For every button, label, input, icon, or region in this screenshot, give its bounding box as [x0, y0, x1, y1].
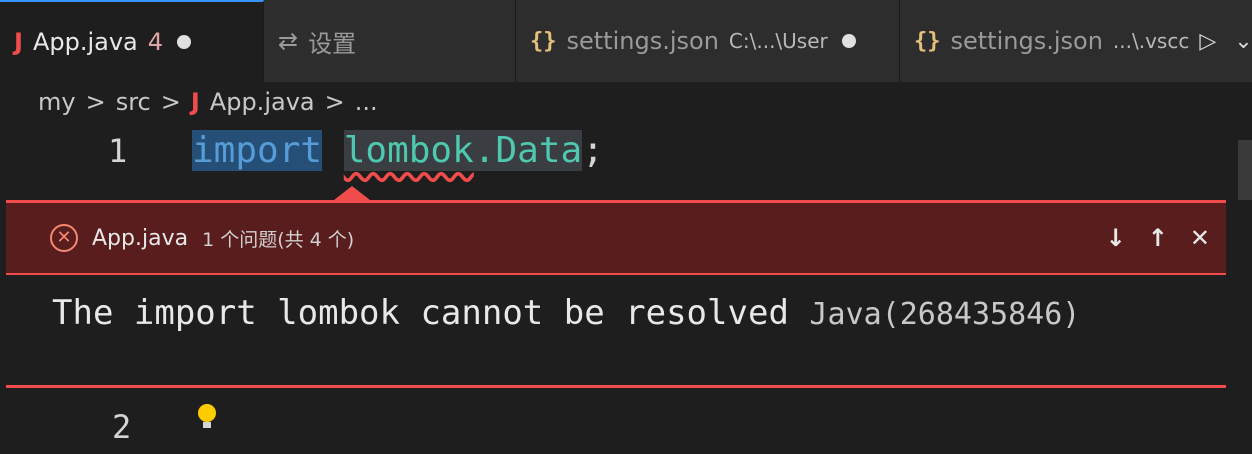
scrollbar[interactable]	[1238, 140, 1252, 200]
breadcrumb-item-file[interactable]: App.java	[210, 88, 315, 116]
settings-icon: ⇄	[278, 27, 299, 55]
tab-label: App.java	[32, 28, 138, 56]
lightbulb-icon[interactable]	[198, 404, 216, 428]
breadcrumb-item-src[interactable]: src	[116, 88, 151, 116]
json-file-icon: {}	[530, 28, 557, 54]
breadcrumb-separator: >	[160, 88, 181, 116]
java-file-icon: J	[190, 88, 200, 116]
tab-settings-json-workspace[interactable]: {} settings.json ...\.vscc ▷ ⌄	[900, 0, 1252, 82]
tab-app-java[interactable]: J App.java 4	[0, 0, 264, 82]
java-file-icon: J	[14, 28, 23, 56]
problem-text: The import lombok cannot be resolved	[52, 293, 789, 333]
line-number: 2	[112, 408, 132, 446]
breadcrumb-item-more[interactable]: ...	[355, 88, 378, 116]
keyword-import: import	[192, 130, 323, 171]
code-text[interactable]: import lombok.Data;	[192, 130, 604, 171]
dot-separator: .	[473, 130, 496, 171]
breadcrumb-separator: >	[85, 88, 106, 116]
tab-settings[interactable]: ⇄ 设置	[264, 0, 516, 82]
peek-pointer	[334, 186, 370, 200]
tab-description: ...\.vscc	[1112, 29, 1190, 53]
tab-label: settings.json	[566, 27, 719, 55]
unsaved-dot-icon[interactable]	[177, 35, 192, 49]
tab-settings-json-user[interactable]: {} settings.json C:\...\User	[516, 0, 900, 82]
code-line-1[interactable]: 1 import lombok.Data;	[0, 128, 1230, 178]
tab-label: settings.json	[950, 27, 1103, 55]
class-name[interactable]: Data	[495, 130, 583, 171]
error-icon: ✕	[50, 224, 78, 252]
peek-file-name: App.java	[92, 225, 189, 251]
peek-header: ✕ App.java 1 个问题(共 4 个) ↓ ↑ ✕	[6, 203, 1226, 275]
peek-problem-count: 1 个问题(共 4 个)	[202, 228, 355, 251]
peek-actions: ↓ ↑ ✕	[1106, 224, 1210, 252]
problem-message: The import lombok cannot be resolved Jav…	[52, 293, 1080, 333]
problem-count-badge: 4	[147, 28, 164, 56]
unsaved-dot-icon[interactable]	[841, 34, 856, 48]
run-icon[interactable]: ▷	[1199, 29, 1216, 54]
tab-label: 设置	[308, 29, 357, 58]
package-name[interactable]: lombok	[343, 130, 474, 171]
previous-problem-arrow-up-icon[interactable]: ↑	[1148, 224, 1168, 252]
chevron-down-icon[interactable]: ⌄	[1234, 29, 1252, 54]
problem-source: Java(268435846)	[809, 297, 1081, 332]
semicolon: ;	[582, 130, 604, 171]
breadcrumb: my > src > J App.java > ...	[38, 84, 378, 120]
breadcrumb-separator: >	[324, 88, 345, 116]
line-number: 1	[108, 132, 128, 170]
problem-peek-widget: ✕ App.java 1 个问题(共 4 个) ↓ ↑ ✕ The import…	[6, 200, 1226, 388]
breadcrumb-item-my[interactable]: my	[38, 88, 76, 116]
close-icon[interactable]: ✕	[1190, 224, 1210, 252]
tab-description: C:\...\User	[728, 29, 828, 53]
editor-tab-bar: J App.java 4 ⇄ 设置 {} settings.json C:\..…	[0, 0, 1252, 82]
next-problem-arrow-down-icon[interactable]: ↓	[1106, 224, 1126, 252]
json-file-icon: {}	[914, 28, 941, 54]
code-line-2[interactable]: 2	[0, 404, 1230, 454]
